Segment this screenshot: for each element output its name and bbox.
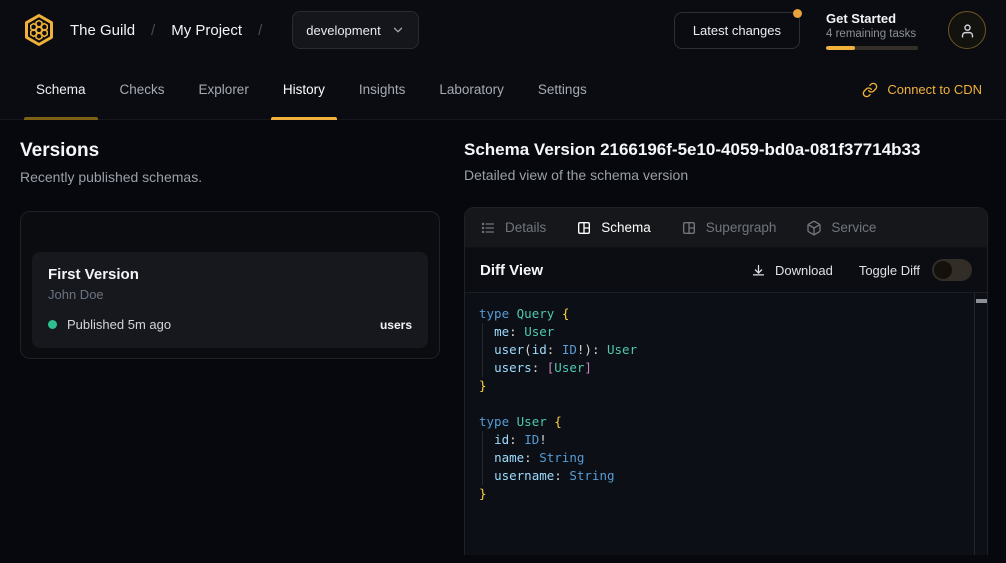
tab-insights[interactable]: Insights xyxy=(347,60,418,119)
notification-dot xyxy=(793,9,802,18)
version-status: Published 5m ago xyxy=(67,317,171,332)
list-icon xyxy=(480,220,496,236)
tab-underline xyxy=(24,117,98,120)
schema-version-subtitle: Detailed view of the schema version xyxy=(464,167,988,183)
code-scrollbar-thumb[interactable] xyxy=(976,299,987,303)
versions-title: Versions xyxy=(20,140,440,162)
diff-view-header: Diff View Download Toggle Diff xyxy=(465,248,987,293)
toggle-diff-switch[interactable] xyxy=(932,259,972,281)
tab-explorer[interactable]: Explorer xyxy=(187,60,261,119)
tab-supergraph[interactable]: Supergraph xyxy=(681,220,777,236)
chevron-down-icon xyxy=(391,23,405,37)
link-icon xyxy=(862,82,878,98)
tab-details[interactable]: Details xyxy=(480,220,546,236)
tab-laboratory[interactable]: Laboratory xyxy=(427,60,516,119)
version-author: John Doe xyxy=(48,287,412,302)
indent-guide xyxy=(482,323,483,377)
latest-changes-button[interactable]: Latest changes xyxy=(674,12,800,49)
tab-checks[interactable]: Checks xyxy=(108,60,177,119)
toggle-diff-label: Toggle Diff xyxy=(859,263,920,278)
download-button[interactable]: Download xyxy=(751,263,833,278)
target-nav: Schema Checks Explorer History Insights … xyxy=(0,60,1006,120)
breadcrumb-org[interactable]: The Guild xyxy=(70,22,135,39)
tab-underline xyxy=(271,117,337,120)
avatar[interactable] xyxy=(948,11,986,49)
hive-logo-icon[interactable] xyxy=(20,11,58,49)
detail-tabs: Details Schema Supergraph Service xyxy=(465,208,987,248)
breadcrumb: The Guild / My Project / development xyxy=(20,11,419,49)
get-started-subtitle: 4 remaining tasks xyxy=(826,28,922,40)
environment-select[interactable]: development xyxy=(292,11,418,49)
download-icon xyxy=(751,263,766,278)
columns-icon xyxy=(576,220,592,236)
schema-version-title: Schema Version 2166196f-5e10-4059-bd0a-0… xyxy=(464,140,988,160)
breadcrumb-separator: / xyxy=(258,22,262,39)
tab-service[interactable]: Service xyxy=(806,220,876,236)
toggle-knob xyxy=(934,261,952,279)
versions-list: First Version John Doe Published 5m ago … xyxy=(20,211,440,359)
get-started-title: Get Started xyxy=(826,11,922,26)
version-list-item[interactable]: First Version John Doe Published 5m ago … xyxy=(32,252,428,348)
cube-icon xyxy=(806,220,822,236)
indent-guide xyxy=(482,431,483,485)
environment-select-value: development xyxy=(306,23,380,38)
diff-view-title: Diff View xyxy=(480,262,543,279)
code-scrollbar[interactable] xyxy=(974,293,987,555)
version-service-badge: users xyxy=(380,318,412,332)
schema-code-viewer: type Query { me: User user(id: ID!): Use… xyxy=(465,293,987,555)
tab-schema[interactable]: Schema xyxy=(24,60,98,119)
versions-subtitle: Recently published schemas. xyxy=(20,169,440,185)
columns-icon xyxy=(681,220,697,236)
tab-history[interactable]: History xyxy=(271,60,337,119)
get-started-widget[interactable]: Get Started 4 remaining tasks xyxy=(826,11,922,50)
connect-to-cdn-button[interactable]: Connect to CDN xyxy=(862,60,982,119)
breadcrumb-separator: / xyxy=(151,22,155,39)
top-bar: The Guild / My Project / development Lat… xyxy=(0,0,1006,60)
get-started-progress-track xyxy=(826,46,918,50)
versions-panel: Versions Recently published schemas. Fir… xyxy=(20,140,440,359)
version-name: First Version xyxy=(48,266,412,283)
user-icon xyxy=(959,22,976,39)
tab-schema-view[interactable]: Schema xyxy=(576,220,651,236)
schema-version-card: Details Schema Supergraph Service xyxy=(464,207,988,555)
published-status-dot xyxy=(48,320,57,329)
breadcrumb-project[interactable]: My Project xyxy=(171,22,242,39)
schema-code[interactable]: type Query { me: User user(id: ID!): Use… xyxy=(465,293,987,515)
schema-version-panel: Schema Version 2166196f-5e10-4059-bd0a-0… xyxy=(464,140,988,555)
get-started-progress-fill xyxy=(826,46,855,50)
tab-settings[interactable]: Settings xyxy=(526,60,599,119)
